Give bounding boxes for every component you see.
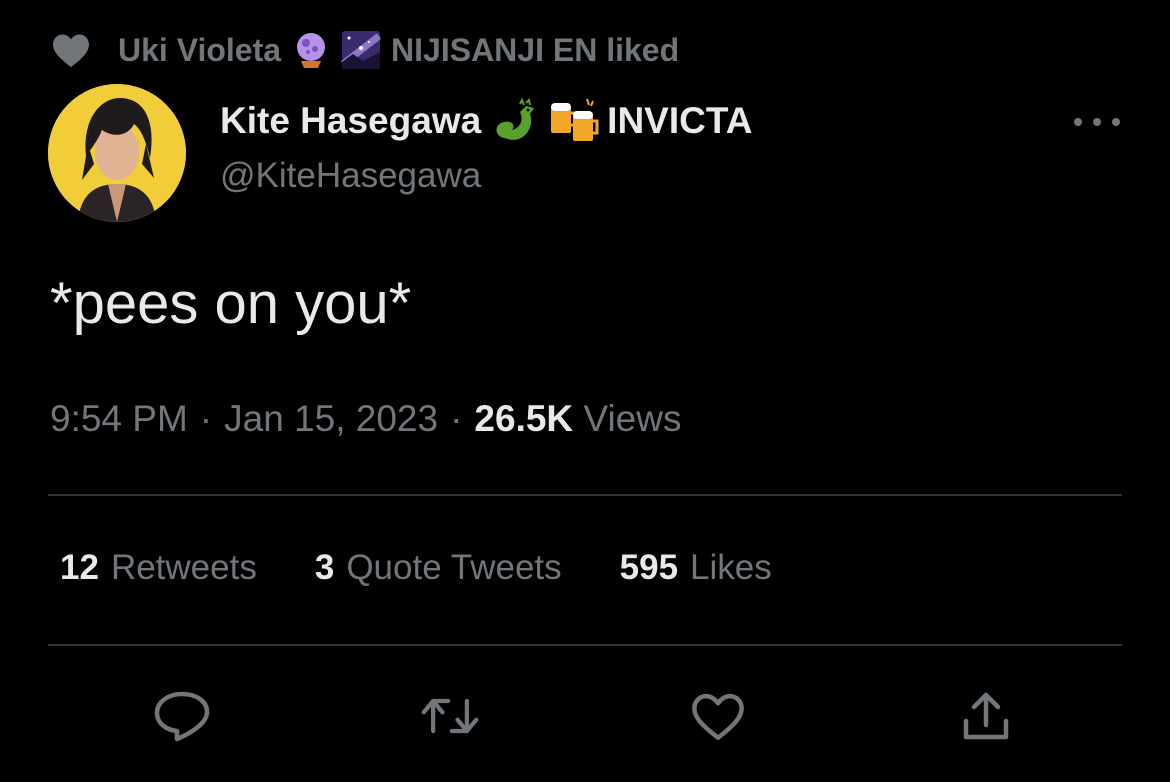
- meta-separator: ·: [199, 398, 213, 439]
- tweet-meta: 9:54 PM · Jan 15, 2023 · 26.5K Views: [50, 398, 681, 440]
- reply-icon[interactable]: [152, 686, 212, 746]
- likes-stat[interactable]: 595 Likes: [620, 548, 772, 588]
- milky-way-emoji-icon: [341, 30, 382, 70]
- tweet-text: *pees on you*: [50, 271, 412, 336]
- social-context: Uki Violeta NIJISANJI EN liked: [50, 28, 679, 72]
- tweet-time[interactable]: 9:54 PM: [50, 398, 188, 440]
- quotes-count: 3: [314, 548, 335, 587]
- name-suffix: INVICTA: [607, 100, 753, 141]
- beer-mugs-emoji-icon: [547, 97, 599, 145]
- retweet-icon[interactable]: [420, 686, 480, 746]
- quotes-label: Quote Tweets: [346, 548, 562, 587]
- heart-icon: [50, 30, 92, 70]
- views-label: Views: [583, 398, 682, 439]
- liked-by-suffix: NIJISANJI EN liked: [391, 31, 680, 68]
- display-name[interactable]: Kite Hasegawa: [220, 100, 481, 142]
- more-options-icon[interactable]: [1074, 108, 1120, 136]
- tweet-stats: 12 Retweets 3 Quote Tweets 595 Likes: [60, 548, 772, 588]
- tweet-date[interactable]: Jan 15, 2023: [224, 398, 438, 440]
- retweets-stat[interactable]: 12 Retweets: [60, 548, 257, 588]
- retweets-label: Retweets: [110, 548, 257, 587]
- author-name-row: Kite Hasegawa INVICTA: [220, 96, 752, 146]
- meta-separator: ·: [450, 398, 463, 439]
- likes-label: Likes: [690, 548, 772, 587]
- avatar[interactable]: [48, 84, 186, 222]
- crystal-ball-emoji-icon: [291, 30, 331, 70]
- like-icon[interactable]: [688, 686, 748, 746]
- author-handle[interactable]: @KiteHasegawa: [220, 156, 481, 196]
- retweets-count: 12: [60, 548, 99, 587]
- liker-name[interactable]: Uki Violeta: [118, 32, 281, 69]
- likes-count: 595: [619, 548, 679, 587]
- dragon-emoji-icon: [489, 97, 539, 145]
- share-icon[interactable]: [956, 686, 1016, 746]
- views-count: 26.5K: [474, 398, 574, 439]
- divider: [48, 644, 1122, 646]
- divider: [48, 494, 1122, 496]
- quote-tweets-stat[interactable]: 3 Quote Tweets: [315, 548, 562, 588]
